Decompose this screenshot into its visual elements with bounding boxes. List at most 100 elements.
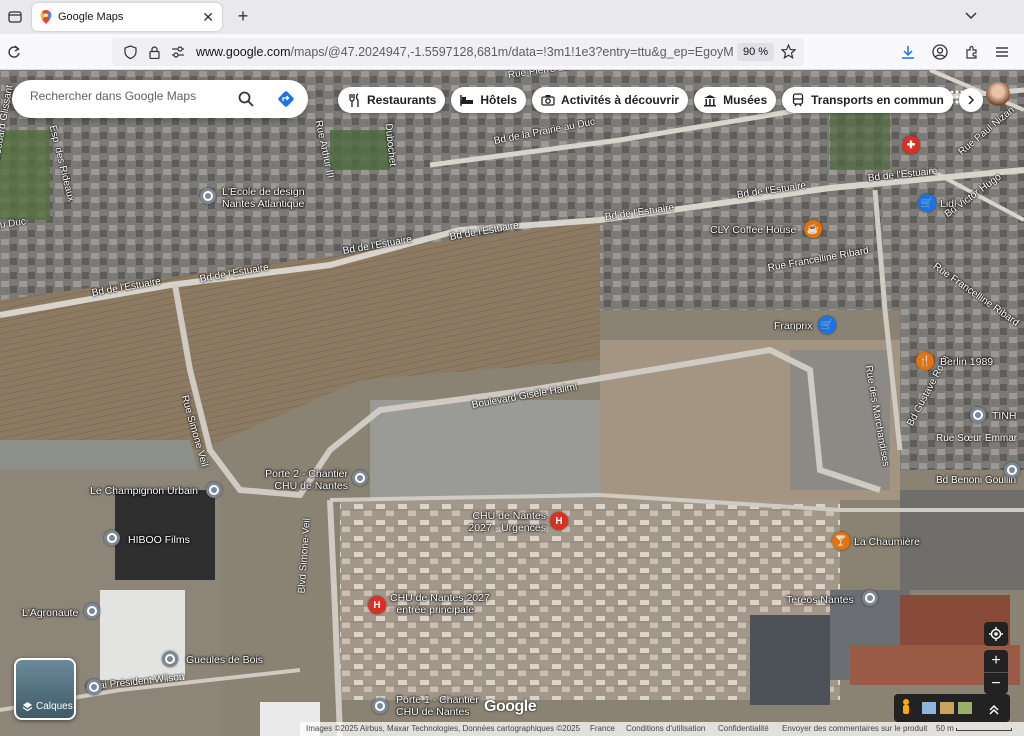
privacy-link[interactable]: Confidentialité — [718, 724, 769, 733]
place-label[interactable]: L'École de design Nantes Atlantique — [222, 186, 322, 210]
chip-label: Restaurants — [367, 93, 437, 107]
chip-hotels[interactable]: Hôtels — [451, 87, 527, 113]
museum-icon — [703, 93, 717, 107]
place-pin[interactable] — [104, 530, 120, 546]
close-tab-icon[interactable]: ✕ — [202, 9, 214, 26]
chevron-right-icon — [968, 95, 974, 105]
reload-icon[interactable] — [4, 42, 24, 62]
chip-restaurants[interactable]: Restaurants — [338, 87, 446, 113]
place-label[interactable]: Berlin 1989 — [940, 356, 993, 368]
place-label[interactable]: TINH — [992, 410, 1017, 422]
crosshair-icon — [989, 627, 1003, 641]
place-label[interactable]: Tereos Nantes — [786, 594, 854, 606]
chip-transit[interactable]: Transports en commun — [782, 87, 953, 113]
download-icon[interactable] — [898, 42, 918, 62]
place-pin[interactable] — [372, 698, 388, 714]
country-link[interactable]: France — [590, 724, 615, 733]
place-pin[interactable] — [206, 482, 222, 498]
zoom-level-badge[interactable]: 90 % — [737, 43, 775, 61]
google-logo: Google — [484, 698, 537, 715]
hospital-pin-icon[interactable]: H — [550, 512, 568, 530]
place-label[interactable]: CHU de Nantes 2027 - entrée principale — [390, 592, 490, 616]
zoom-out-button[interactable]: − — [984, 672, 1008, 694]
shield-icon[interactable] — [122, 44, 138, 60]
feedback-link[interactable]: Envoyer des commentaires sur le produit — [782, 724, 927, 733]
train-icon — [791, 93, 805, 107]
place-label[interactable]: Franprix — [774, 320, 813, 332]
place-pin[interactable] — [162, 651, 178, 667]
place-label[interactable]: HIBOO Films — [128, 534, 190, 546]
place-label[interactable]: La Chaumière — [854, 536, 920, 548]
place-pin[interactable] — [200, 188, 216, 204]
directions-icon[interactable] — [276, 89, 296, 109]
my-location-button[interactable] — [984, 622, 1008, 646]
google-apps-icon[interactable] — [950, 90, 964, 104]
layers-label: Calques — [36, 701, 73, 712]
shopping-pin-icon[interactable]: 🛒 — [818, 316, 836, 334]
search-box — [12, 80, 308, 118]
avatar[interactable] — [986, 82, 1010, 106]
lock-icon[interactable] — [146, 44, 162, 60]
place-label[interactable]: Lidl — [940, 198, 956, 210]
search-input[interactable] — [30, 89, 230, 103]
road-label: Bd Benoni Goullin — [936, 475, 1017, 486]
imagery-thumbnail[interactable] — [922, 702, 936, 714]
imagery-thumbnail[interactable] — [958, 702, 972, 714]
place-pin[interactable] — [352, 470, 368, 486]
place-label[interactable]: Porte 2 - Chantier CHU de Nantes — [262, 468, 348, 492]
shopping-pin-icon[interactable]: 🛒 — [918, 194, 936, 212]
new-tab-button[interactable]: + — [232, 6, 254, 28]
layers-button[interactable]: Calques — [14, 658, 76, 720]
place-pin[interactable] — [86, 679, 102, 695]
zoom-in-button[interactable]: + — [984, 650, 1008, 672]
site-settings-icon[interactable] — [170, 44, 186, 60]
extensions-icon[interactable] — [962, 42, 982, 62]
place-pin[interactable] — [1004, 462, 1020, 478]
hospital-pin-icon[interactable]: ✚ — [902, 136, 920, 154]
layers-caption: Calques — [22, 701, 73, 712]
tab-title: Google Maps — [58, 11, 124, 23]
bar-pin-icon[interactable]: 🍸 — [832, 532, 850, 550]
cafe-pin-icon[interactable]: ☕ — [804, 220, 822, 238]
account-icon[interactable] — [930, 42, 950, 62]
place-label[interactable]: Porte 1 - Chantier CHU de Nantes — [396, 694, 486, 718]
tab-google-maps[interactable]: Google Maps ✕ — [32, 3, 222, 31]
chip-label: Musées — [723, 93, 768, 107]
bookmark-star-icon[interactable] — [780, 43, 796, 59]
search-icon[interactable] — [236, 89, 256, 109]
tab-bar: Google Maps ✕ + — [0, 0, 1024, 34]
place-pin[interactable] — [970, 407, 986, 423]
place-label[interactable]: L'Agronaute — [22, 607, 78, 619]
place-label[interactable]: CLY Coffee House — [710, 224, 796, 236]
layers-icon — [22, 702, 33, 712]
chip-museums[interactable]: Musées — [694, 87, 777, 113]
menu-icon[interactable] — [992, 42, 1012, 62]
pegman-icon[interactable] — [903, 699, 909, 714]
address-bar[interactable]: www.google.com/maps/@47.2024947,-1.55971… — [112, 38, 804, 66]
url-text[interactable]: www.google.com/maps/@47.2024947,-1.55971… — [196, 45, 736, 59]
imagery-strip — [894, 694, 1010, 722]
google-maps-favicon-icon — [40, 10, 52, 24]
chevron-down-icon[interactable] — [964, 8, 978, 22]
place-pin[interactable] — [84, 603, 100, 619]
scale-bar — [956, 728, 1012, 731]
scale-label[interactable]: 50 m — [936, 724, 954, 733]
bed-icon — [460, 93, 474, 107]
place-label[interactable]: CHU de Nantes 2027 - Urgences — [466, 510, 546, 534]
url-path: /maps/@47.2024947,-1.5597128,681m/data=!… — [290, 45, 734, 59]
browser-window: Google Maps ✕ + www.google.com/maps/@47.… — [0, 0, 1024, 736]
restaurant-pin-icon[interactable]: 🍴 — [916, 352, 934, 370]
map-canvas[interactable]: Restaurants Hôtels Activités à découvrir… — [0, 70, 1024, 736]
place-pin[interactable] — [862, 590, 878, 606]
fork-knife-icon — [347, 93, 361, 107]
chip-label: Transports en commun — [811, 93, 944, 107]
chip-activities[interactable]: Activités à découvrir — [532, 87, 689, 113]
navigation-bar: www.google.com/maps/@47.2024947,-1.55971… — [0, 34, 1024, 70]
tab-list-icon[interactable] — [4, 6, 26, 28]
terms-link[interactable]: Conditions d'utilisation — [626, 724, 705, 733]
place-label[interactable]: Le Champignon Urbain — [90, 485, 198, 497]
imagery-thumbnail[interactable] — [940, 702, 954, 714]
attribution-bar: Images ©2025 Airbus, Maxar Technologies,… — [300, 722, 1024, 736]
place-label[interactable]: Gueules de Bois — [186, 654, 263, 666]
hospital-pin-icon[interactable]: H — [368, 596, 386, 614]
